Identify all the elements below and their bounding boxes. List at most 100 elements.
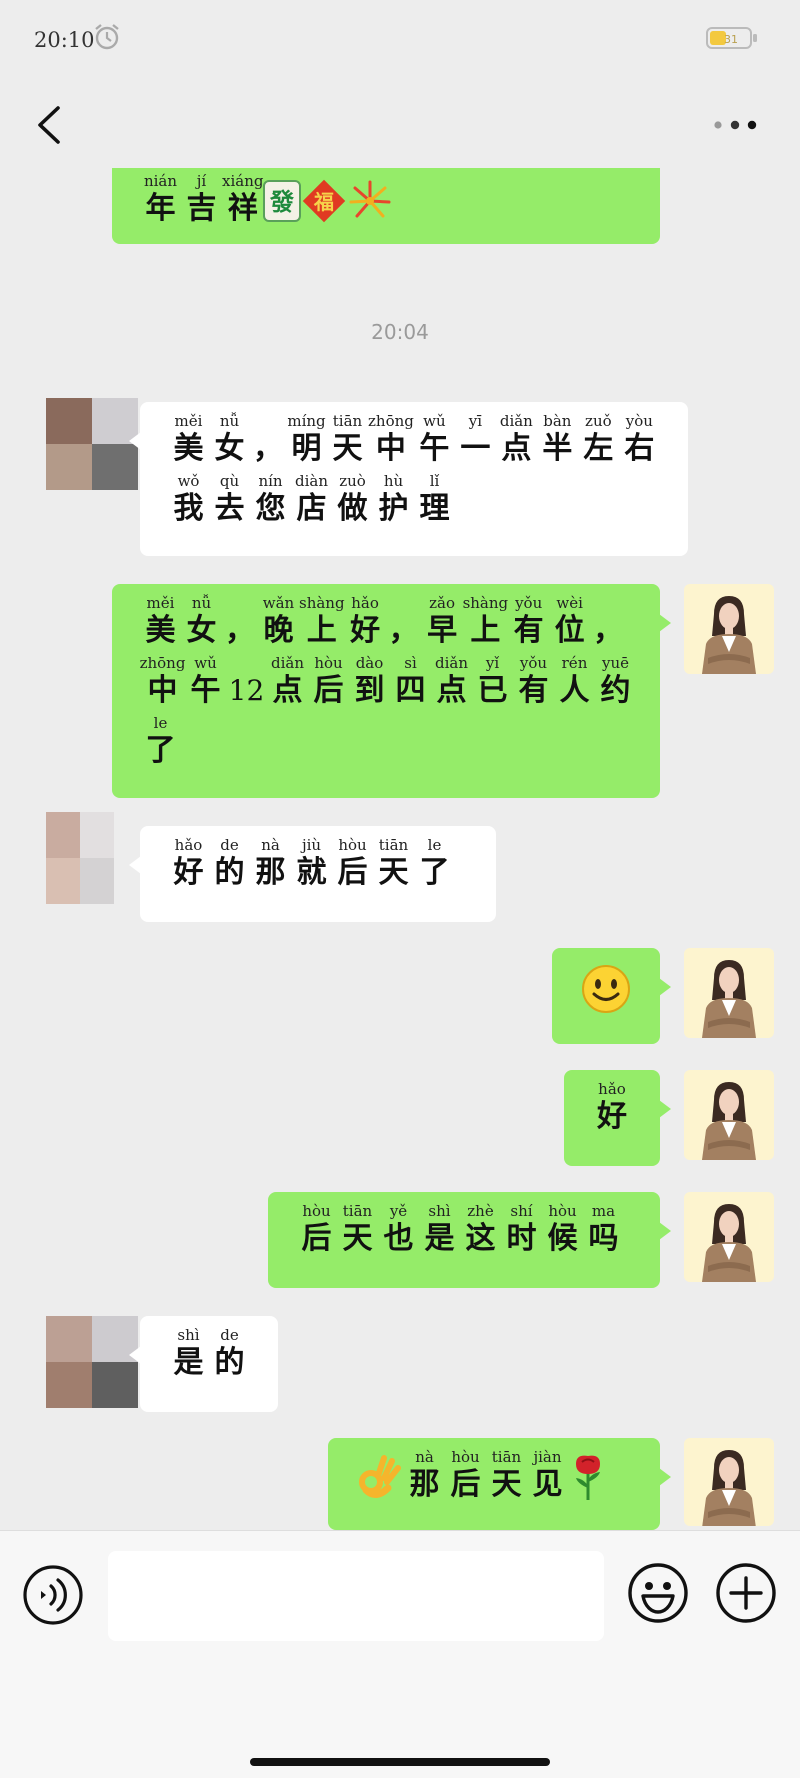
message-bubble-sent[interactable]: nà 那 hòu 后 tiān 天 jiàn 见 bbox=[328, 1438, 671, 1530]
hanzi-text: 后 bbox=[450, 1467, 481, 1502]
pinyin-char: dào 到 bbox=[349, 654, 390, 712]
message-input[interactable] bbox=[108, 1551, 604, 1641]
hanzi-text: 美 bbox=[173, 431, 204, 466]
hanzi-text: 一 bbox=[460, 431, 491, 466]
contact-avatar[interactable] bbox=[46, 398, 138, 490]
hanzi-text: 的 bbox=[214, 855, 245, 890]
my-avatar[interactable] bbox=[684, 1438, 774, 1526]
message-bubble-received[interactable]: měi 美 nǚ 女， míng 明 tiān 天 zhōng 中 wǔ 午 yī 一 diǎn 点 bàn 半 z… bbox=[129, 402, 688, 556]
message-bubble-sent[interactable]: hǎo 好 bbox=[564, 1070, 671, 1166]
pinyin-char: yī 一 bbox=[455, 412, 496, 470]
hanzi-text: 那 bbox=[409, 1467, 440, 1502]
person-avatar-icon bbox=[702, 1082, 756, 1160]
pinyin-char: zhè 这 bbox=[460, 1202, 501, 1260]
pinyin-char: zhōng 中 bbox=[368, 412, 414, 470]
pinyin-char: le 了 bbox=[140, 714, 181, 772]
pinyin-text: wǒ bbox=[177, 472, 200, 490]
pinyin-char: nà 那 bbox=[404, 1448, 445, 1506]
pinyin-char: hòu 候 bbox=[542, 1202, 583, 1260]
pinyin-char: zǎo 早 bbox=[422, 594, 463, 652]
pinyin-char: ， bbox=[250, 412, 286, 470]
hanzi-text: 美 bbox=[145, 613, 176, 648]
pinyin-char: ， bbox=[222, 594, 258, 652]
pinyin-text: wǔ bbox=[194, 654, 217, 672]
more-dots-icon[interactable] bbox=[710, 115, 760, 135]
plus-icon[interactable] bbox=[714, 1561, 778, 1625]
pinyin-char: diàn 店 bbox=[291, 472, 332, 530]
hanzi-text: 吗 bbox=[588, 1221, 619, 1256]
contact-avatar[interactable] bbox=[46, 1316, 138, 1408]
pinyin-char: diǎn 点 bbox=[496, 412, 537, 470]
home-indicator bbox=[250, 1758, 550, 1766]
pinyin-char: hǎo 好 bbox=[345, 594, 386, 652]
message-line: wǒ 我 qù 去 nín 您 diàn 店 zuò 做 hù 护 lǐ 理 bbox=[168, 470, 664, 530]
red-fu-diamond-emoji: 福 bbox=[301, 172, 347, 230]
pinyin-char: nián 年 bbox=[140, 172, 181, 230]
hanzi-text: 护 bbox=[378, 491, 409, 526]
pinyin-char: zuǒ 左 bbox=[578, 412, 619, 470]
hanzi-text: 的 bbox=[214, 1345, 245, 1380]
message-bubble-sent[interactable]: nián 年 jí 吉 xiáng 祥發福 bbox=[112, 168, 660, 244]
pinyin-text: diàn bbox=[294, 472, 328, 490]
pinyin-char: zhōng 中 bbox=[140, 654, 186, 712]
back-chevron-icon[interactable] bbox=[30, 102, 70, 148]
pinyin-char: hòu 后 bbox=[332, 836, 373, 894]
pinyin-text: le bbox=[153, 714, 168, 732]
hanzi-text: ， bbox=[225, 613, 255, 648]
pinyin-char: hòu 后 bbox=[445, 1448, 486, 1506]
my-avatar[interactable] bbox=[684, 1192, 774, 1282]
hanzi-text: 晚 bbox=[263, 613, 294, 648]
person-avatar-icon bbox=[702, 596, 756, 674]
pinyin-char: shí 时 bbox=[501, 1202, 542, 1260]
hanzi-text: 后 bbox=[313, 673, 344, 708]
message-bubble-received[interactable]: hǎo 好 de 的 nà 那 jiù 就 hòu 后 tiān 天 le 了 bbox=[129, 826, 496, 922]
pinyin-text: hòu bbox=[548, 1202, 577, 1220]
contact-avatar[interactable] bbox=[46, 812, 114, 904]
hanzi-text: 中 bbox=[375, 431, 406, 466]
hanzi-text: 也 bbox=[383, 1221, 414, 1256]
hanzi-text: ， bbox=[593, 613, 624, 648]
my-avatar[interactable] bbox=[684, 948, 774, 1038]
hanzi-text: 您 bbox=[255, 491, 286, 526]
pinyin-text: tiān bbox=[332, 412, 363, 430]
pinyin-text: nǚ bbox=[219, 412, 240, 430]
message-bubble-sent[interactable]: měi 美 nǚ 女， wǎn 晚 shàng 上 hǎo 好， zǎo 早 shàng 上 yǒu 有 wèi… bbox=[112, 584, 671, 798]
pinyin-char: shàng 上 bbox=[299, 594, 345, 652]
battery-level: 31 bbox=[724, 33, 738, 46]
message-bubble-sent[interactable]: hòu 后 tiān 天 yě 也 shì 是 zhè 这 shí 时 hòu 候 ma 吗 bbox=[268, 1192, 671, 1288]
status-bar: 20:10 31 bbox=[0, 0, 800, 80]
pinyin-text: hù bbox=[383, 472, 404, 490]
my-avatar[interactable] bbox=[684, 584, 774, 674]
message-bubble-sent[interactable] bbox=[552, 948, 671, 1044]
pinyin-char: rén 人 bbox=[554, 654, 595, 712]
pinyin-text: nǚ bbox=[191, 594, 212, 612]
pinyin-text: míng bbox=[287, 412, 326, 430]
message-bubble-received[interactable]: shì 是 de 的 bbox=[129, 1316, 278, 1412]
pinyin-char: wǔ 午 bbox=[185, 654, 226, 712]
pinyin-text: hǎo bbox=[174, 836, 203, 854]
pinyin-text: bàn bbox=[543, 412, 572, 430]
voice-icon[interactable] bbox=[22, 1564, 84, 1626]
hanzi-text: 中 bbox=[147, 673, 178, 708]
pinyin-char: měi 美 bbox=[140, 594, 181, 652]
pinyin-char: nǚ 女 bbox=[209, 412, 250, 470]
hanzi-text: 那 bbox=[255, 855, 286, 890]
pinyin-text: diǎn bbox=[434, 654, 468, 672]
pinyin-text: yě bbox=[389, 1202, 408, 1220]
hanzi-text: 女 bbox=[214, 431, 245, 466]
hanzi-text: 上 bbox=[470, 613, 501, 648]
pinyin-text: yī bbox=[468, 412, 482, 430]
pinyin-text: de bbox=[220, 836, 239, 854]
input-bar bbox=[0, 1530, 800, 1778]
my-avatar[interactable] bbox=[684, 1070, 774, 1160]
hanzi-text: 天 bbox=[491, 1467, 522, 1502]
pinyin-text: yuē bbox=[601, 654, 629, 672]
pinyin-text: yǒu bbox=[515, 594, 543, 612]
hanzi-text: 有 bbox=[513, 613, 544, 648]
hanzi-text: 女 bbox=[186, 613, 217, 648]
hanzi-text: 四 bbox=[395, 673, 426, 708]
hanzi-text: 点 bbox=[436, 673, 467, 708]
emoji-face-icon[interactable] bbox=[626, 1561, 690, 1625]
pinyin-text: yǒu bbox=[519, 654, 548, 672]
hanzi-text: 天 bbox=[332, 431, 363, 466]
